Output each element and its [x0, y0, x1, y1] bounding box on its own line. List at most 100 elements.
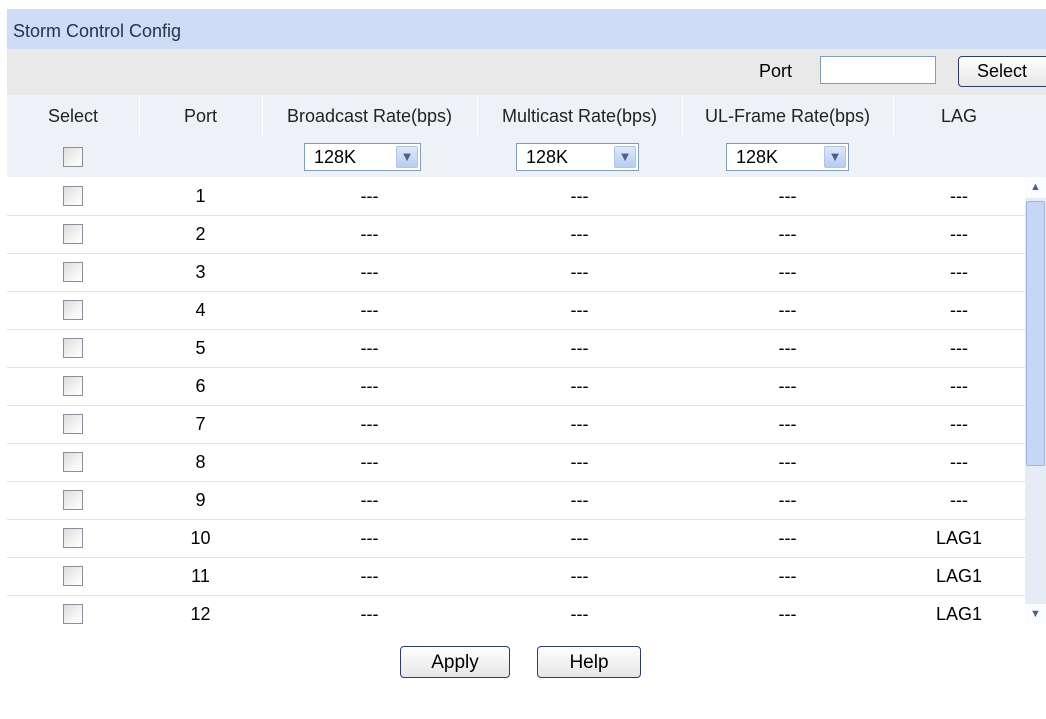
- multicast-rate-cell: ---: [477, 367, 682, 405]
- column-header-multicast-rate: Multicast Rate(bps): [477, 95, 682, 137]
- table-scrollbar[interactable]: ▲ ▼: [1025, 177, 1046, 625]
- table-row[interactable]: 10---------LAG1: [7, 519, 1025, 558]
- ul-frame-rate-cell: ---: [682, 253, 893, 291]
- table-row[interactable]: 7------------: [7, 405, 1025, 444]
- chevron-down-icon[interactable]: ▼: [824, 146, 846, 168]
- broadcast-rate-value: 128K: [314, 147, 356, 168]
- broadcast-rate-cell: ---: [262, 405, 477, 443]
- apply-button[interactable]: Apply: [400, 646, 510, 678]
- port-cell: 8: [139, 443, 262, 481]
- row-select-checkbox[interactable]: [63, 300, 83, 320]
- ul-frame-rate-cell: ---: [682, 329, 893, 367]
- row-select-checkbox[interactable]: [63, 186, 83, 206]
- ul-frame-rate-cell: ---: [682, 367, 893, 405]
- table-row[interactable]: 12---------LAG1: [7, 595, 1025, 625]
- table-header: Select Port Broadcast Rate(bps) Multicas…: [7, 95, 1046, 137]
- lag-cell: ---: [893, 405, 1025, 443]
- ul-frame-rate-cell: ---: [682, 177, 893, 215]
- row-select-checkbox[interactable]: [63, 452, 83, 472]
- lag-cell: ---: [893, 481, 1025, 519]
- port-cell: 2: [139, 215, 262, 253]
- lag-cell: ---: [893, 329, 1025, 367]
- column-header-ul-frame-rate: UL-Frame Rate(bps): [682, 95, 893, 137]
- column-header-broadcast-rate: Broadcast Rate(bps): [262, 95, 477, 137]
- port-cell: 1: [139, 177, 262, 215]
- broadcast-rate-cell: ---: [262, 291, 477, 329]
- select-button[interactable]: Select: [958, 56, 1046, 87]
- table-row[interactable]: 3------------: [7, 253, 1025, 292]
- lag-cell: ---: [893, 367, 1025, 405]
- column-header-port: Port: [139, 95, 262, 137]
- multicast-rate-cell: ---: [477, 291, 682, 329]
- ul-frame-rate-cell: ---: [682, 557, 893, 595]
- port-cell: 3: [139, 253, 262, 291]
- row-select-checkbox[interactable]: [63, 604, 83, 624]
- lag-cell: ---: [893, 253, 1025, 291]
- broadcast-rate-cell: ---: [262, 595, 477, 625]
- multicast-rate-select[interactable]: 128K ▼: [516, 143, 639, 171]
- broadcast-rate-cell: ---: [262, 519, 477, 557]
- row-select-checkbox[interactable]: [63, 376, 83, 396]
- chevron-down-icon[interactable]: ▼: [614, 146, 636, 168]
- port-cell: 9: [139, 481, 262, 519]
- lag-cell: ---: [893, 291, 1025, 329]
- row-select-checkbox[interactable]: [63, 414, 83, 434]
- row-select-checkbox[interactable]: [63, 566, 83, 586]
- multicast-rate-value: 128K: [526, 147, 568, 168]
- lag-cell: LAG1: [893, 519, 1025, 557]
- multicast-rate-cell: ---: [477, 215, 682, 253]
- lag-cell: ---: [893, 215, 1025, 253]
- column-header-lag: LAG: [893, 95, 1025, 137]
- multicast-rate-cell: ---: [477, 329, 682, 367]
- port-table-body: 1------------2------------3------------4…: [7, 177, 1046, 625]
- row-select-checkbox[interactable]: [63, 262, 83, 282]
- row-select-checkbox[interactable]: [63, 338, 83, 358]
- chevron-down-icon[interactable]: ▼: [396, 146, 418, 168]
- row-select-checkbox[interactable]: [63, 490, 83, 510]
- broadcast-rate-cell: ---: [262, 215, 477, 253]
- scroll-down-icon[interactable]: ▼: [1025, 604, 1046, 625]
- table-row[interactable]: 5------------: [7, 329, 1025, 368]
- ul-frame-rate-cell: ---: [682, 519, 893, 557]
- help-button[interactable]: Help: [537, 646, 641, 678]
- port-search-input[interactable]: [820, 56, 936, 84]
- ul-frame-rate-cell: ---: [682, 595, 893, 625]
- multicast-rate-cell: ---: [477, 253, 682, 291]
- scrollbar-thumb[interactable]: [1026, 201, 1045, 466]
- table-row[interactable]: 1------------: [7, 177, 1025, 216]
- ul-frame-rate-cell: ---: [682, 215, 893, 253]
- multicast-rate-cell: ---: [477, 481, 682, 519]
- broadcast-rate-cell: ---: [262, 367, 477, 405]
- ul-frame-rate-select[interactable]: 128K ▼: [726, 143, 849, 171]
- ul-frame-rate-cell: ---: [682, 443, 893, 481]
- broadcast-rate-cell: ---: [262, 329, 477, 367]
- broadcast-rate-cell: ---: [262, 253, 477, 291]
- multicast-rate-cell: ---: [477, 557, 682, 595]
- scroll-up-icon[interactable]: ▲: [1025, 177, 1046, 198]
- row-select-checkbox[interactable]: [63, 224, 83, 244]
- row-select-checkbox[interactable]: [63, 528, 83, 548]
- table-row[interactable]: 2------------: [7, 215, 1025, 254]
- broadcast-rate-cell: ---: [262, 443, 477, 481]
- broadcast-rate-select[interactable]: 128K ▼: [304, 143, 421, 171]
- port-cell: 12: [139, 595, 262, 625]
- port-search-label: Port: [759, 61, 792, 82]
- ul-frame-rate-value: 128K: [736, 147, 778, 168]
- port-cell: 7: [139, 405, 262, 443]
- lag-cell: ---: [893, 443, 1025, 481]
- port-cell: 11: [139, 557, 262, 595]
- multicast-rate-cell: ---: [477, 443, 682, 481]
- table-row[interactable]: 4------------: [7, 291, 1025, 330]
- ul-frame-rate-cell: ---: [682, 291, 893, 329]
- table-row[interactable]: 8------------: [7, 443, 1025, 482]
- port-cell: 4: [139, 291, 262, 329]
- port-search-bar: Port Select: [7, 49, 1046, 95]
- ul-frame-rate-cell: ---: [682, 405, 893, 443]
- table-row[interactable]: 11---------LAG1: [7, 557, 1025, 596]
- table-row[interactable]: 9------------: [7, 481, 1025, 520]
- broadcast-rate-cell: ---: [262, 481, 477, 519]
- select-all-checkbox[interactable]: [63, 147, 83, 167]
- table-row[interactable]: 6------------: [7, 367, 1025, 406]
- port-cell: 5: [139, 329, 262, 367]
- multicast-rate-cell: ---: [477, 519, 682, 557]
